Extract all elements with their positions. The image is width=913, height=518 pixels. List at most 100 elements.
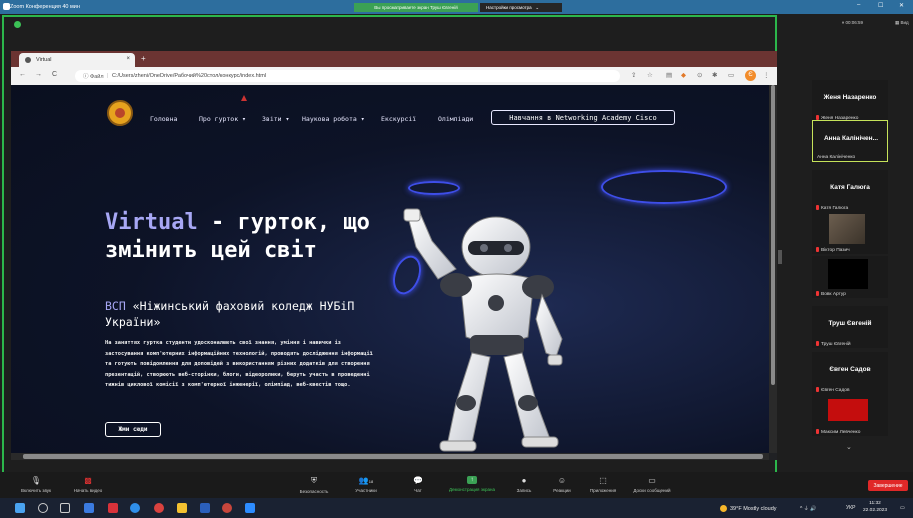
shield-icon[interactable] (14, 21, 21, 28)
chat-button[interactable]: 💬 Чат (408, 476, 428, 493)
whiteboard-label: Доски сообщений (633, 488, 671, 493)
unmute-button[interactable]: 🎙 Включить звук (12, 476, 60, 493)
security-button[interactable]: ⛨ Безопасность (290, 476, 338, 494)
nav-link-about[interactable]: Про гурток ▾ (199, 115, 246, 123)
nav-link-excursions[interactable]: Екскурсії (381, 115, 416, 123)
web-page: Головна Про гурток ▾ Звіти ▾ Наукова роб… (11, 85, 769, 453)
profile-avatar[interactable]: Є (745, 70, 756, 81)
view-options-button[interactable]: Настройки просмотра ⌄ (480, 3, 562, 12)
whiteboard-button[interactable]: ▭ Доски сообщений (625, 476, 679, 493)
app-icon[interactable] (108, 503, 118, 513)
hero-title-accent: Virtual (105, 210, 198, 235)
menu-icon[interactable]: ⋮ (763, 71, 770, 79)
recording-timer: ⏸ 00:06:59 (842, 20, 864, 25)
participant-tile[interactable]: Євген Садов Євген Садов (812, 352, 888, 394)
address-bar[interactable]: ⓘ Файл | C:/Users/zheni/OneDrive/Рабочий… (75, 70, 620, 82)
nav-link-home[interactable]: Головна (150, 115, 177, 123)
participant-label: Віктор Пазич (816, 247, 850, 253)
chrome-profile-icon[interactable] (222, 503, 232, 513)
participant-tile-video[interactable]: Максим Левченко (812, 394, 888, 436)
security-label: Безопасность (299, 489, 329, 494)
star-icon[interactable]: ☆ (647, 71, 653, 79)
reload-icon[interactable]: C (52, 71, 57, 78)
participant-label-text: Максим Левченко (821, 430, 861, 435)
participant-tile-active[interactable]: Анна Калінічен... Анна Калініченко (812, 120, 888, 162)
horizontal-scrollbar[interactable] (11, 453, 769, 460)
url-text: C:/Users/zheni/OneDrive/Рабочий%20стол/к… (112, 73, 267, 79)
apps-button[interactable]: ⬚ Приложения (583, 476, 623, 493)
participants-button[interactable]: 👥18 Участники (346, 476, 386, 493)
hero-subtitle-rest: «Ніжинський фаховий коледж НУБіП України… (105, 299, 355, 329)
site-logo[interactable] (107, 100, 133, 126)
participant-name: Труш Євгеній (828, 320, 872, 327)
end-meeting-button[interactable]: Завершение (868, 480, 908, 491)
cisco-academy-button[interactable]: Навчання в Networking Academy Cisco (491, 110, 675, 125)
back-icon[interactable]: ← (19, 71, 26, 78)
edge-icon[interactable] (130, 503, 140, 513)
minimize-button[interactable]: – (857, 2, 860, 8)
chat-icon: 💬 (413, 476, 423, 485)
folder-icon[interactable] (177, 503, 187, 513)
clock-date: 22.02.2023 (863, 508, 888, 513)
chrome-icon[interactable] (154, 503, 164, 513)
shield-icon: ⛨ (311, 476, 317, 485)
new-tab-button[interactable]: + (141, 54, 146, 63)
nav-link-research[interactable]: Наукова робота ▾ (302, 115, 365, 123)
share-banner: Вы просматриваете экран Труш Євгеній (354, 3, 478, 12)
whiteboard-icon: ▭ (648, 476, 656, 485)
participant-video (829, 214, 865, 244)
reading-list-icon[interactable]: ▤ (666, 71, 672, 79)
mic-muted-icon (816, 291, 819, 297)
close-icon[interactable]: × (126, 56, 130, 62)
task-view-icon[interactable] (60, 503, 70, 513)
store-icon[interactable] (84, 503, 94, 513)
robot-illustration (403, 208, 563, 452)
close-button[interactable]: ✕ (899, 2, 904, 9)
language-indicator[interactable]: УКР (846, 505, 855, 511)
url-label: ⓘ Файл (83, 74, 104, 80)
participant-tile[interactable]: Катя Галюга Катя Галюга (812, 170, 888, 212)
view-button[interactable]: ▦ Вид (895, 20, 909, 26)
ring-decoration (408, 181, 460, 195)
weather-widget[interactable]: 39°F Mostly cloudy (720, 505, 777, 512)
cta-button[interactable]: Жми сюди (105, 422, 161, 437)
windows-start-icon[interactable] (15, 503, 25, 513)
maximize-button[interactable]: ☐ (878, 2, 883, 9)
puzzle-icon[interactable]: ✱ (712, 71, 717, 79)
extension-icon[interactable]: ⊙ (697, 71, 702, 79)
participant-tile[interactable]: Труш Євгеній Труш Євгеній (812, 306, 888, 348)
word-icon[interactable] (200, 503, 210, 513)
share-icon[interactable]: ⇪ (631, 71, 636, 79)
start-video-button[interactable]: ▩ Начать видео (66, 476, 110, 493)
nav-link-reports[interactable]: Звіти ▾ (262, 115, 289, 123)
participant-tile-video[interactable]: Віктор Пазич (812, 212, 888, 254)
chevron-down-icon[interactable]: ⌄ (846, 443, 852, 451)
participant-tile-video[interactable]: Вовк Артур (812, 256, 888, 298)
participant-label-text: Євген Садов (821, 388, 850, 393)
browser-tab[interactable]: Virtual × (19, 53, 135, 67)
nav-link-olympiads[interactable]: Олімпіади (438, 115, 473, 123)
vertical-scrollbar[interactable] (769, 85, 777, 453)
participant-tile[interactable]: Женя Назаренко Женя Назаренко (812, 80, 888, 122)
url-divider: | (106, 73, 108, 79)
search-icon[interactable] (38, 503, 48, 513)
browser-window: Virtual × + ← → C ⓘ Файл | C:/Users/zhen… (11, 51, 777, 460)
weather-icon (720, 505, 727, 512)
record-button[interactable]: ● Запись (510, 476, 538, 493)
system-tray-icons[interactable]: ^ ⏚ 🔊 (800, 505, 816, 512)
mic-muted-icon (816, 247, 819, 253)
extension-fox-icon[interactable]: ◆ (681, 71, 686, 79)
notification-icon[interactable]: ▭ (900, 505, 905, 511)
taskbar-clock[interactable]: 11:32 22.02.2023 (863, 500, 887, 514)
tab-bar: Virtual × + (11, 51, 777, 67)
zoom-window-title: Zoom Конференция 40 мин (10, 4, 80, 10)
chat-label: Чат (414, 488, 422, 493)
hero-subtitle-accent: ВСП (105, 299, 126, 313)
panel-resize-handle[interactable] (778, 250, 782, 264)
participant-label-text: Труш Євгеній (821, 342, 851, 347)
sidebar-icon[interactable]: ▭ (728, 71, 734, 79)
forward-icon[interactable]: → (35, 71, 42, 78)
zoom-taskbar-icon[interactable] (245, 503, 255, 513)
reactions-button[interactable]: ☺ Реакции (548, 476, 576, 493)
share-screen-button[interactable]: ↑ Демонстрация экрана (440, 476, 504, 492)
